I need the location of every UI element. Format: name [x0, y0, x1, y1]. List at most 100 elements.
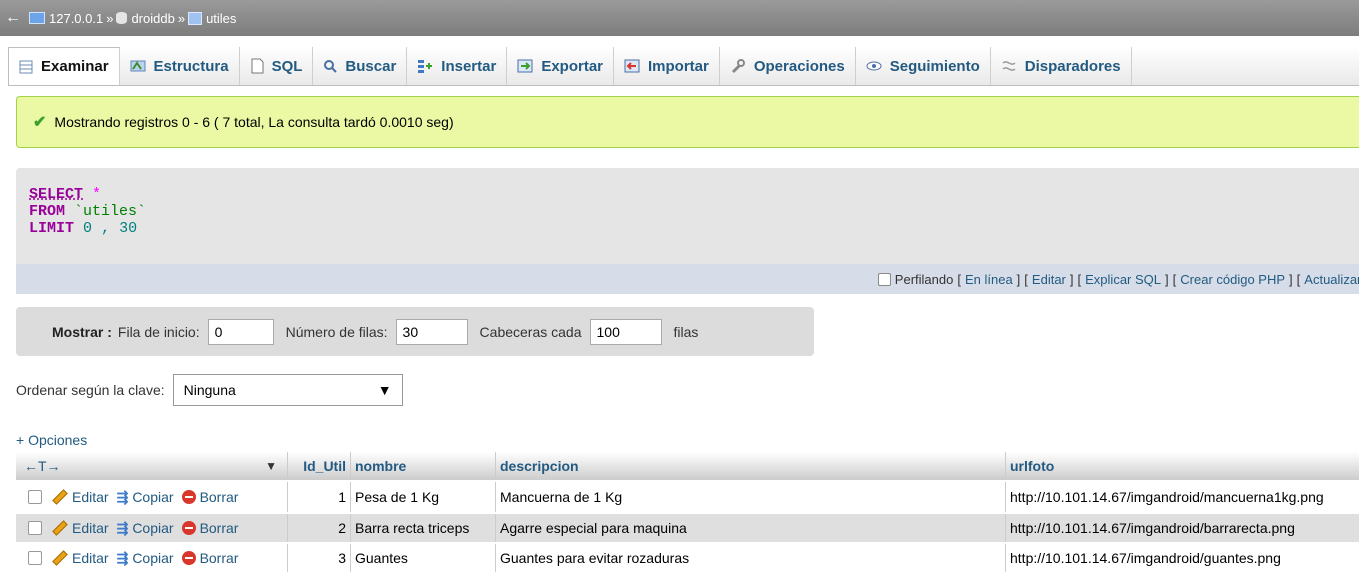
tab-label: Examinar	[41, 58, 109, 75]
tab-bar: Examinar Estructura SQL Buscar Insertar …	[8, 47, 1359, 86]
options-link[interactable]: + Opciones	[16, 432, 87, 448]
sort-dropdown-icon[interactable]: ▼	[265, 459, 283, 473]
start-row-label: Fila de inicio:	[117, 323, 200, 340]
tab-estructura[interactable]: Estructura	[120, 47, 240, 85]
sql-star: *	[92, 186, 102, 203]
copy-label: Copiar	[132, 520, 174, 536]
tab-label: Exportar	[541, 57, 603, 75]
show-label: Mostrar :	[52, 323, 112, 340]
delete-button[interactable]: Borrar	[181, 550, 238, 566]
profiling-checkbox[interactable]	[877, 272, 891, 286]
sort-key-select[interactable]: Ninguna ▼	[172, 374, 403, 406]
breadcrumb-database[interactable]: droiddb	[113, 9, 177, 28]
table-row: Editar ⇶ Copiar Borrar 3 Guantes Guantes …	[16, 544, 1359, 572]
database-icon	[116, 12, 128, 24]
breadcrumb-server[interactable]: 127.0.0.1	[26, 9, 106, 28]
column-header-nombre[interactable]: nombre	[351, 452, 496, 480]
headers-every-label: Cabeceras cada	[479, 323, 582, 340]
cell-urlfoto[interactable]: http://10.101.14.67/imgandroid/guantes.p…	[1006, 544, 1359, 572]
pencil-icon	[52, 489, 68, 505]
column-header-descripcion[interactable]: descripcion	[496, 452, 1006, 480]
sort-row: Ordenar según la clave: Ninguna ▼	[16, 374, 403, 406]
inline-edit-link[interactable]: En línea	[965, 272, 1013, 287]
structure-icon	[130, 60, 146, 72]
cell-urlfoto[interactable]: http://10.101.14.67/imgandroid/mancuerna…	[1006, 482, 1359, 512]
tab-operaciones[interactable]: Operaciones	[720, 47, 856, 85]
sql-comma: ,	[101, 220, 111, 237]
breadcrumb: ← 127.0.0.1 » droiddb » utiles	[0, 0, 1359, 36]
breadcrumb-server-label: 127.0.0.1	[49, 10, 104, 26]
row-checkbox[interactable]	[28, 521, 42, 535]
cell-descripcion[interactable]: Agarre especial para maquina	[496, 514, 1006, 542]
tracking-icon	[866, 61, 882, 71]
column-header-urlfoto[interactable]: urlfoto	[1006, 452, 1359, 480]
cell-id[interactable]: 2	[288, 514, 351, 542]
delete-icon	[181, 551, 196, 565]
back-arrow-icon[interactable]: ←	[0, 9, 26, 27]
copy-label: Copiar	[132, 550, 174, 566]
breadcrumb-table[interactable]: utiles	[185, 9, 239, 28]
tab-label: Disparadores	[1024, 57, 1121, 75]
create-php-code-link[interactable]: Crear código PHP	[1180, 272, 1285, 287]
copy-icon: ⇶	[116, 488, 129, 505]
tab-buscar[interactable]: Buscar	[313, 47, 408, 85]
cell-id[interactable]: 3	[288, 544, 351, 572]
edit-button[interactable]: Editar	[52, 550, 109, 566]
row-checkbox[interactable]	[28, 551, 42, 565]
tab-sql[interactable]: SQL	[240, 47, 314, 85]
table-icon	[188, 11, 203, 25]
sql-table-name: `utiles`	[74, 203, 147, 220]
headers-every-input[interactable]	[589, 318, 662, 345]
copy-label: Copiar	[132, 489, 174, 505]
tab-importar[interactable]: Importar	[614, 47, 720, 85]
delete-label: Borrar	[199, 489, 239, 505]
edit-query-link[interactable]: Editar	[1032, 272, 1066, 287]
operations-icon	[731, 59, 745, 74]
copy-button[interactable]: ⇶ Copiar	[117, 489, 174, 506]
copy-button[interactable]: ⇶ Copiar	[117, 550, 174, 567]
copy-button[interactable]: ⇶ Copiar	[117, 520, 174, 537]
notice-text: Mostrando registros 0 - 6 ( 7 total, La …	[54, 114, 454, 130]
success-notice: ✔ Mostrando registros 0 - 6 ( 7 total, L…	[16, 96, 1359, 148]
pencil-icon	[52, 520, 68, 536]
cell-id[interactable]: 1	[288, 482, 351, 512]
delete-button[interactable]: Borrar	[181, 520, 238, 536]
explain-sql-link[interactable]: Explicar SQL	[1085, 272, 1161, 287]
cell-urlfoto[interactable]: http://10.101.14.67/imgandroid/barrarect…	[1006, 514, 1359, 542]
column-header-id[interactable]: Id_Util	[288, 452, 351, 480]
cell-descripcion[interactable]: Mancuerna de 1 Kg	[496, 482, 1006, 512]
server-icon	[29, 12, 45, 24]
import-icon	[624, 59, 640, 73]
edit-button[interactable]: Editar	[52, 520, 109, 536]
sort-label: Ordenar según la clave:	[16, 382, 165, 398]
tab-label: Insertar	[441, 57, 497, 75]
delete-button[interactable]: Borrar	[181, 489, 239, 505]
cell-descripcion[interactable]: Guantes para evitar rozaduras	[496, 544, 1006, 572]
breadcrumb-separator: »	[177, 10, 186, 26]
edit-label: Editar	[72, 489, 109, 505]
cell-nombre[interactable]: Pesa de 1 Kg	[351, 482, 496, 512]
column-arrows-icon[interactable]: ←T→	[24, 458, 61, 474]
tab-examinar[interactable]: Examinar	[8, 47, 120, 85]
cell-nombre[interactable]: Guantes	[351, 544, 496, 572]
refresh-link[interactable]: Actualizar	[1304, 272, 1359, 287]
tab-exportar[interactable]: Exportar	[507, 47, 614, 85]
cell-nombre[interactable]: Barra recta triceps	[351, 514, 496, 542]
edit-button[interactable]: Editar	[52, 489, 109, 505]
row-checkbox[interactable]	[28, 490, 42, 504]
tab-label: Importar	[648, 57, 709, 75]
start-row-input[interactable]	[207, 318, 274, 345]
sql-keyword-select[interactable]: SELECT	[29, 186, 83, 203]
tab-insertar[interactable]: Insertar	[407, 47, 508, 85]
browse-icon	[19, 60, 33, 73]
sql-actions-bar: Perfilando [En línea] [Editar] [Explicar…	[16, 264, 1359, 294]
sql-query-box	[16, 168, 1359, 264]
sql-keyword-limit: LIMIT	[29, 220, 75, 237]
tab-disparadores[interactable]: Disparadores	[991, 47, 1132, 85]
breadcrumb-database-label: droiddb	[131, 10, 175, 26]
rows-count-input[interactable]	[395, 318, 468, 345]
tab-seguimiento[interactable]: Seguimiento	[856, 47, 991, 85]
chevron-down-icon: ▼	[377, 382, 392, 398]
profiling-label: Perfilando	[894, 271, 954, 287]
delete-icon	[181, 490, 196, 504]
